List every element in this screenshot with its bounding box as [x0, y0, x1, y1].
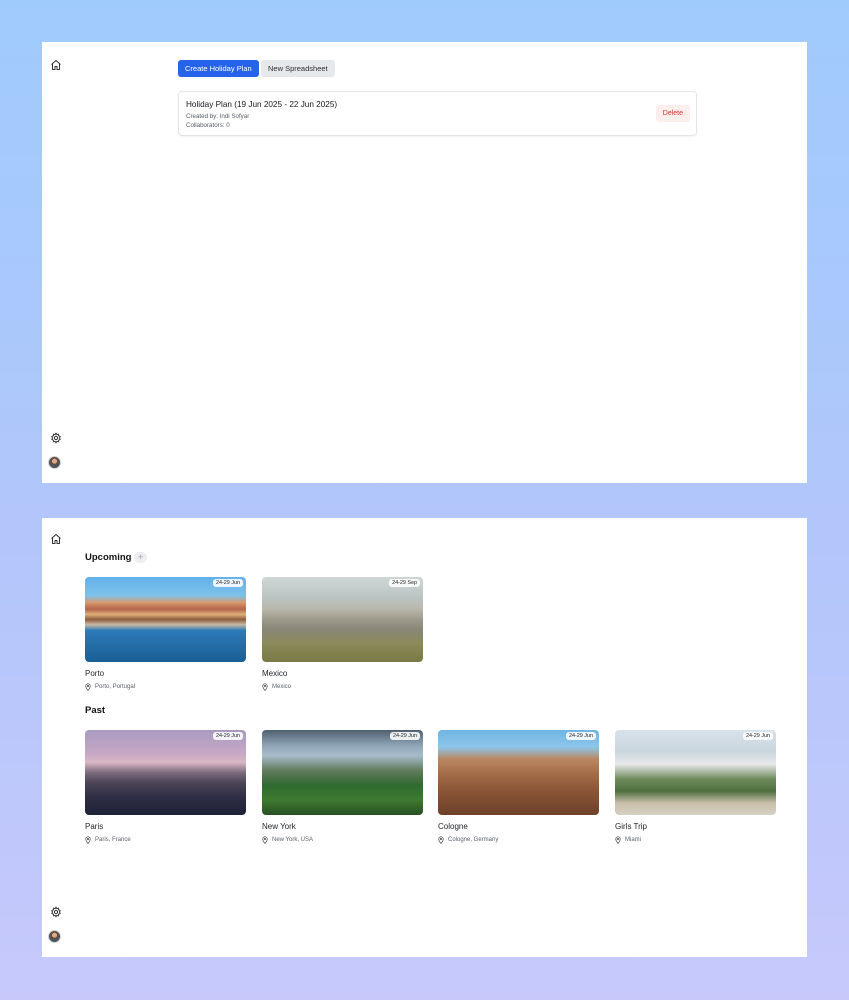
- map-pin-icon: [262, 683, 268, 691]
- holiday-plans-panel: Create Holiday Plan New Spreadsheet Holi…: [42, 42, 807, 483]
- holiday-plan-card[interactable]: Holiday Plan (19 Jun 2025 - 22 Jun 2025)…: [178, 91, 697, 136]
- date-badge: 24-29 Jun: [213, 579, 243, 587]
- trip-location-text: Cologne, Germany: [448, 837, 499, 843]
- trip-name: Mexico: [262, 669, 288, 678]
- trip-location: Miami: [615, 836, 641, 844]
- map-pin-icon: [85, 836, 91, 844]
- date-badge: 24-29 Jun: [213, 732, 243, 740]
- trip-location: Mexico: [262, 683, 291, 691]
- new-spreadsheet-button[interactable]: New Spreadsheet: [261, 60, 335, 77]
- trip-card-mexico[interactable]: 24-29 Sep Mexico Mexico: [262, 577, 423, 697]
- trip-name: Girls Trip: [615, 822, 647, 831]
- trip-photo: 24-29 Sep: [262, 577, 423, 662]
- map-pin-icon: [262, 836, 268, 844]
- trip-location-text: Miami: [625, 837, 641, 843]
- trip-location: Paris, France: [85, 836, 131, 844]
- date-badge: 24-29 Jun: [390, 732, 420, 740]
- trip-location-text: New York, USA: [272, 837, 314, 843]
- trip-name: Porto: [85, 669, 105, 678]
- upcoming-heading: Upcoming: [85, 552, 132, 563]
- trip-location-text: Paris, France: [95, 837, 131, 843]
- plan-collaborators: Collaborators: 0: [186, 122, 230, 129]
- trip-photo: 24-29 Jun: [615, 730, 776, 815]
- trip-card-girls-trip[interactable]: 24-29 Jun Girls Trip Miami: [615, 730, 776, 850]
- trip-photo: 24-29 Jun: [85, 577, 246, 662]
- trip-photo: 24-29 Jun: [438, 730, 599, 815]
- home-icon[interactable]: [50, 59, 62, 71]
- past-heading: Past: [85, 705, 106, 716]
- map-pin-icon: [438, 836, 444, 844]
- trip-photo: 24-29 Jun: [85, 730, 246, 815]
- gear-icon[interactable]: [50, 906, 62, 918]
- trip-name: New York: [262, 822, 296, 831]
- trip-location-text: Porto, Portugal: [95, 684, 136, 690]
- avatar[interactable]: [48, 456, 61, 469]
- trips-panel: Upcoming + 24-29 Jun Porto Porto, Portug…: [42, 518, 807, 957]
- date-badge: 24-29 Sep: [389, 579, 420, 587]
- trip-card-cologne[interactable]: 24-29 Jun Cologne Cologne, Germany: [438, 730, 599, 850]
- trip-card-paris[interactable]: 24-29 Jun Paris Paris, France: [85, 730, 246, 850]
- trip-name: Paris: [85, 822, 104, 831]
- home-icon[interactable]: [50, 533, 62, 545]
- plan-created-by: Created by: Indi Sofyar: [186, 113, 250, 120]
- map-pin-icon: [615, 836, 621, 844]
- trip-name: Cologne: [438, 822, 468, 831]
- plan-title: Holiday Plan (19 Jun 2025 - 22 Jun 2025): [186, 100, 338, 109]
- trip-location: Cologne, Germany: [438, 836, 498, 844]
- trip-card-porto[interactable]: 24-29 Jun Porto Porto, Portugal: [85, 577, 246, 697]
- date-badge: 24-29 Jun: [743, 732, 773, 740]
- create-holiday-plan-button[interactable]: Create Holiday Plan: [178, 60, 259, 77]
- trip-location: New York, USA: [262, 836, 313, 844]
- trip-location-text: Mexico: [272, 684, 292, 690]
- avatar[interactable]: [48, 930, 61, 943]
- trip-card-new-york[interactable]: 24-29 Jun New York New York, USA: [262, 730, 423, 850]
- add-trip-button[interactable]: +: [134, 552, 147, 563]
- date-badge: 24-29 Jun: [566, 732, 596, 740]
- map-pin-icon: [85, 683, 91, 691]
- delete-plan-button[interactable]: Delete: [655, 105, 690, 122]
- trip-location: Porto, Portugal: [85, 683, 135, 691]
- trip-photo: 24-29 Jun: [262, 730, 423, 815]
- gear-icon[interactable]: [50, 432, 62, 444]
